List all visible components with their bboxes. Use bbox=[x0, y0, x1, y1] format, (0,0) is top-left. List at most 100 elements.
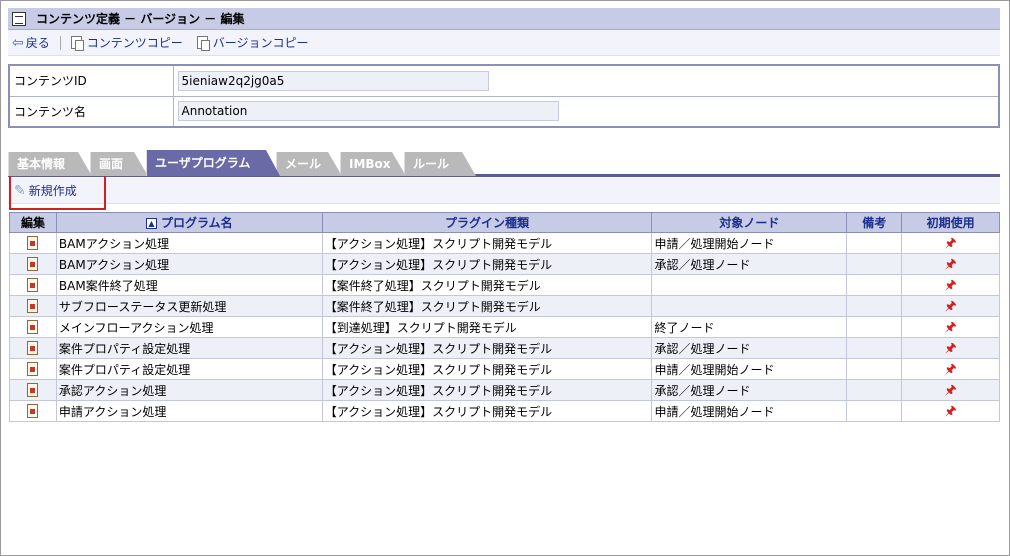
edit-icon[interactable] bbox=[27, 320, 39, 335]
initial-use-cell: 🖈 bbox=[901, 358, 1000, 380]
table-row: BAMアクション処理 【アクション処理】スクリプト開発モデル 承認／処理ノード … bbox=[9, 253, 1000, 275]
window-frame: コンテンツ定義 － バージョン － 編集 ⇦ 戻る コンテンツコピー バージョン… bbox=[0, 0, 1010, 556]
header-target-node[interactable]: 対象ノード bbox=[651, 212, 848, 233]
tab-basic-info[interactable]: 基本情報 bbox=[8, 152, 92, 176]
initial-use-cell: 🖈 bbox=[901, 400, 1000, 422]
version-copy-button[interactable]: バージョンコピー bbox=[196, 34, 309, 51]
target-node-cell: 申請／処理開始ノード bbox=[651, 400, 848, 422]
remarks-cell bbox=[846, 379, 903, 401]
content-id-value: 5ieniaw2q2jg0a5 bbox=[177, 70, 489, 91]
edit-icon[interactable] bbox=[27, 236, 39, 251]
edit-icon[interactable] bbox=[27, 299, 39, 314]
edit-cell bbox=[9, 274, 57, 296]
header-remarks[interactable]: 備考 bbox=[846, 212, 903, 233]
plugin-type-cell: 【到達処理】スクリプト開発モデル bbox=[321, 316, 653, 338]
plugin-type-cell: 【アクション処理】スクリプト開発モデル bbox=[321, 379, 653, 401]
flag-icon[interactable]: 🖈 bbox=[945, 237, 957, 250]
content-info-table: コンテンツID 5ieniaw2q2jg0a5 コンテンツ名 Annotatio… bbox=[8, 64, 1000, 128]
toolbar: ⇦ 戻る コンテンツコピー バージョンコピー bbox=[8, 30, 1000, 56]
remarks-cell bbox=[846, 337, 903, 359]
plugin-type-cell: 【アクション処理】スクリプト開発モデル bbox=[321, 358, 653, 380]
program-name-cell: 案件プロパティ設定処理 bbox=[55, 358, 323, 380]
highlight-box bbox=[9, 173, 106, 210]
flag-icon[interactable]: 🖈 bbox=[945, 321, 957, 334]
tab-user-program[interactable]: ユーザプログラム bbox=[146, 150, 280, 176]
flag-icon[interactable]: 🖈 bbox=[945, 363, 957, 376]
edit-cell bbox=[9, 232, 57, 254]
edit-icon[interactable] bbox=[27, 341, 39, 356]
table-row: BAMアクション処理 【アクション処理】スクリプト開発モデル 申請／処理開始ノー… bbox=[9, 232, 1000, 254]
title-bar: コンテンツ定義 － バージョン － 編集 bbox=[8, 8, 1000, 30]
remarks-cell bbox=[846, 358, 903, 380]
tab-imbox[interactable]: IMBox bbox=[340, 152, 406, 176]
target-node-cell: 終了ノード bbox=[651, 316, 848, 338]
edit-icon[interactable] bbox=[27, 278, 39, 293]
edit-cell bbox=[9, 400, 57, 422]
remarks-cell bbox=[846, 253, 903, 275]
copy-icon bbox=[196, 36, 210, 51]
header-initial-use[interactable]: 初期使用 bbox=[901, 212, 1000, 233]
flag-icon[interactable]: 🖈 bbox=[945, 279, 957, 292]
header-program-name[interactable]: ▲ プログラム名 bbox=[55, 212, 323, 233]
back-label: 戻る bbox=[25, 36, 50, 50]
page-title: コンテンツ定義 － バージョン － 編集 bbox=[36, 12, 245, 26]
initial-use-cell: 🖈 bbox=[901, 274, 1000, 296]
tab-rule[interactable]: ルール bbox=[404, 152, 476, 176]
edit-cell bbox=[9, 316, 57, 338]
target-node-cell: 承認／処理ノード bbox=[651, 379, 848, 401]
target-node-cell bbox=[651, 295, 848, 317]
table-row: 案件プロパティ設定処理 【アクション処理】スクリプト開発モデル 承認／処理ノード… bbox=[9, 337, 1000, 359]
flag-icon[interactable]: 🖈 bbox=[945, 384, 957, 397]
back-button[interactable]: ⇦ 戻る bbox=[12, 34, 50, 51]
program-name-cell: BAMアクション処理 bbox=[55, 253, 323, 275]
program-name-cell: サブフローステータス更新処理 bbox=[55, 295, 323, 317]
document-icon bbox=[12, 11, 26, 26]
flag-icon[interactable]: 🖈 bbox=[945, 300, 957, 313]
edit-cell bbox=[9, 337, 57, 359]
tab-bar: 基本情報 画面 ユーザプログラム メール IMBox ルール bbox=[8, 148, 1000, 176]
header-edit: 編集 bbox=[9, 212, 57, 233]
program-table: 編集 ▲ プログラム名 プラグイン種類 対象ノード 備考 初期使用 BAMアクショ… bbox=[9, 212, 1000, 422]
remarks-cell bbox=[846, 316, 903, 338]
flag-icon[interactable]: 🖈 bbox=[945, 258, 957, 271]
edit-icon[interactable] bbox=[27, 383, 39, 398]
content-id-label: コンテンツID bbox=[8, 64, 174, 97]
edit-icon[interactable] bbox=[27, 404, 39, 419]
target-node-cell: 承認／処理ノード bbox=[651, 253, 848, 275]
plugin-type-cell: 【アクション処理】スクリプト開発モデル bbox=[321, 253, 653, 275]
target-node-cell: 申請／処理開始ノード bbox=[651, 232, 848, 254]
target-node-cell: 申請／処理開始ノード bbox=[651, 358, 848, 380]
table-header-row: 編集 ▲ プログラム名 プラグイン種類 対象ノード 備考 初期使用 bbox=[9, 212, 1000, 233]
flag-icon[interactable]: 🖈 bbox=[945, 405, 957, 418]
table-row: BAM案件終了処理 【案件終了処理】スクリプト開発モデル 🖈 bbox=[9, 274, 1000, 296]
content-name-cell: Annotation bbox=[172, 95, 1000, 128]
content-copy-label: コンテンツコピー bbox=[86, 36, 183, 50]
plugin-type-cell: 【案件終了処理】スクリプト開発モデル bbox=[321, 295, 653, 317]
plugin-type-cell: 【アクション処理】スクリプト開発モデル bbox=[321, 232, 653, 254]
flag-icon[interactable]: 🖈 bbox=[945, 342, 957, 355]
plugin-type-cell: 【案件終了処理】スクリプト開発モデル bbox=[321, 274, 653, 296]
edit-icon[interactable] bbox=[27, 257, 39, 272]
edit-icon[interactable] bbox=[27, 362, 39, 377]
plugin-type-cell: 【アクション処理】スクリプト開発モデル bbox=[321, 337, 653, 359]
tab-mail[interactable]: メール bbox=[276, 152, 342, 176]
target-node-cell bbox=[651, 274, 848, 296]
initial-use-cell: 🖈 bbox=[901, 253, 1000, 275]
content-name-label: コンテンツ名 bbox=[8, 95, 174, 128]
header-plugin-type[interactable]: プラグイン種類 bbox=[321, 212, 653, 233]
content-id-cell: 5ieniaw2q2jg0a5 bbox=[172, 64, 1000, 97]
initial-use-cell: 🖈 bbox=[901, 232, 1000, 254]
initial-use-cell: 🖈 bbox=[901, 379, 1000, 401]
program-name-cell: メインフローアクション処理 bbox=[55, 316, 323, 338]
table-row: メインフローアクション処理 【到達処理】スクリプト開発モデル 終了ノード 🖈 bbox=[9, 316, 1000, 338]
plugin-type-cell: 【アクション処理】スクリプト開発モデル bbox=[321, 400, 653, 422]
sort-ascending-icon[interactable]: ▲ bbox=[145, 218, 157, 229]
table-row: 案件プロパティ設定処理 【アクション処理】スクリプト開発モデル 申請／処理開始ノ… bbox=[9, 358, 1000, 380]
content-copy-button[interactable]: コンテンツコピー bbox=[70, 34, 183, 51]
program-name-cell: BAMアクション処理 bbox=[55, 232, 323, 254]
back-arrow-icon: ⇦ bbox=[12, 34, 24, 51]
tab-screen[interactable]: 画面 bbox=[90, 152, 148, 176]
initial-use-cell: 🖈 bbox=[901, 295, 1000, 317]
program-name-cell: 申請アクション処理 bbox=[55, 400, 323, 422]
copy-icon bbox=[70, 36, 84, 51]
